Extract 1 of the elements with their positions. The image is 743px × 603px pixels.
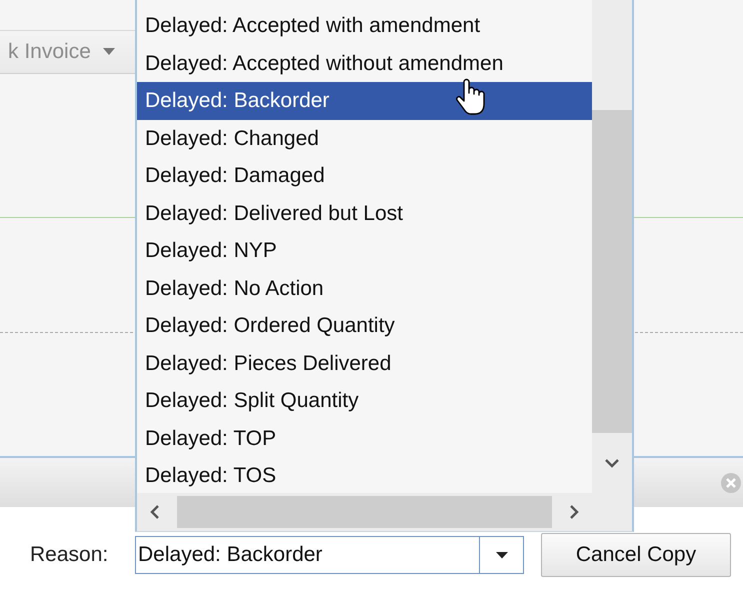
field-label: Reason: xyxy=(30,543,110,567)
